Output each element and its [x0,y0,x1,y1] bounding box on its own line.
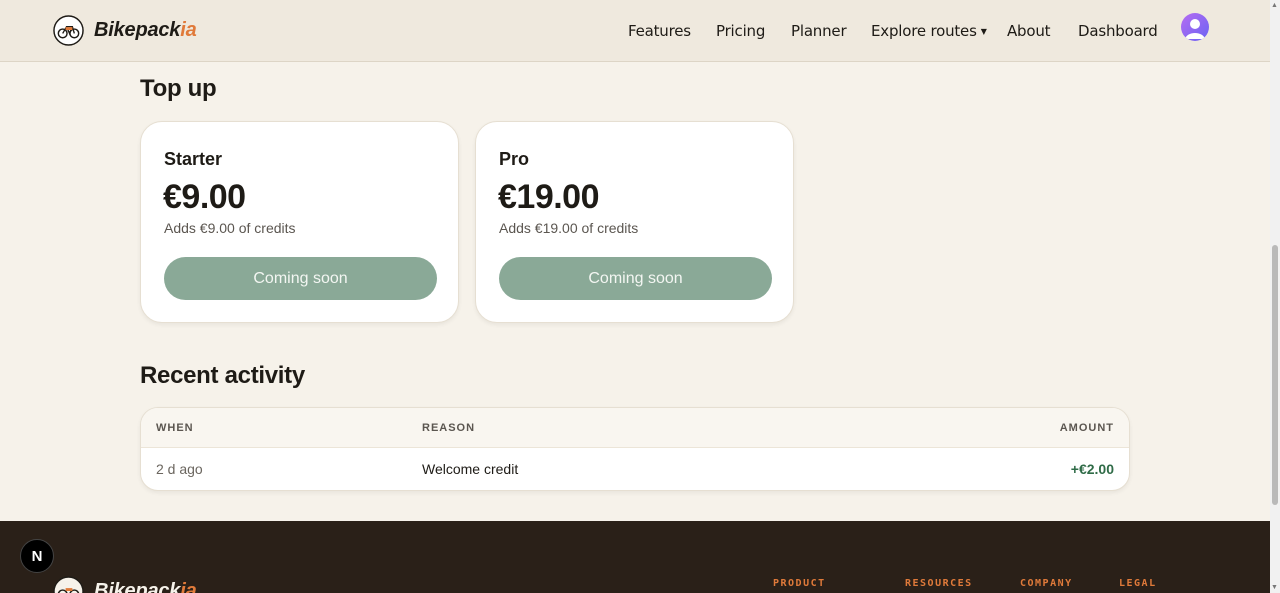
nav-pricing[interactable]: Pricing [716,22,765,40]
footer-heading-legal: LEGAL [1119,578,1157,589]
footer-heading-company: COMPANY [1020,578,1073,589]
bike-icon [53,576,84,593]
brand-name: Bikepackia [94,19,197,41]
footer-heading-product: PRODUCT [773,578,826,589]
plan-card-pro: Pro €19.00 Adds €19.00 of credits Coming… [475,121,794,323]
user-avatar-icon[interactable] [1181,13,1209,41]
nav-explore-routes-label: Explore routes [871,22,977,40]
footer-heading-resources: RESOURCES [905,578,973,589]
scroll-thumb[interactable] [1272,245,1278,505]
dev-tools-badge[interactable]: N [20,539,54,573]
cell-when: 2 d ago [156,461,203,477]
nav-features[interactable]: Features [628,22,691,40]
activity-table: WHEN REASON AMOUNT 2 d ago Welcome credi… [140,407,1130,491]
nav-about[interactable]: About [1007,22,1051,40]
plan-card-starter: Starter €9.00 Adds €9.00 of credits Comi… [140,121,459,323]
plan-description: Adds €19.00 of credits [499,220,639,236]
nav-dashboard[interactable]: Dashboard [1078,22,1158,40]
column-header-when: WHEN [156,422,194,434]
plan-description: Adds €9.00 of credits [164,220,296,236]
brand-logo[interactable]: Bikepackia [53,15,197,46]
topup-title: Top up [140,75,217,102]
plan-price: €9.00 [163,178,246,216]
starter-coming-soon-button[interactable]: Coming soon [164,257,437,300]
scroll-down-icon[interactable]: ▼ [1271,584,1278,591]
footer-brand-logo[interactable]: Bikepackia [53,576,197,593]
top-nav-bar: Bikepackia Features Pricing Planner Expl… [0,0,1270,62]
cell-reason: Welcome credit [422,461,519,477]
column-header-amount: AMOUNT [1059,422,1114,434]
table-header: WHEN REASON AMOUNT [141,408,1129,448]
plan-price: €19.00 [498,178,600,216]
plan-name: Starter [164,149,223,169]
scroll-up-icon[interactable]: ▲ [1271,2,1278,9]
chevron-down-icon: ▼ [980,27,987,36]
footer-brand-name: Bikepackia [94,580,197,593]
page-scrollbar[interactable]: ▲ ▼ [1270,0,1280,593]
pro-coming-soon-button[interactable]: Coming soon [499,257,772,300]
cell-amount: +€2.00 [1070,461,1114,477]
bike-icon [53,15,84,46]
column-header-reason: REASON [422,422,476,434]
footer: Bikepackia PRODUCT RESOURCES COMPANY LEG… [0,521,1270,593]
nav-explore-routes[interactable]: Explore routes ▼ [871,22,987,40]
nav-planner[interactable]: Planner [791,22,847,40]
plan-name: Pro [499,149,530,169]
recent-activity-title: Recent activity [140,362,305,389]
